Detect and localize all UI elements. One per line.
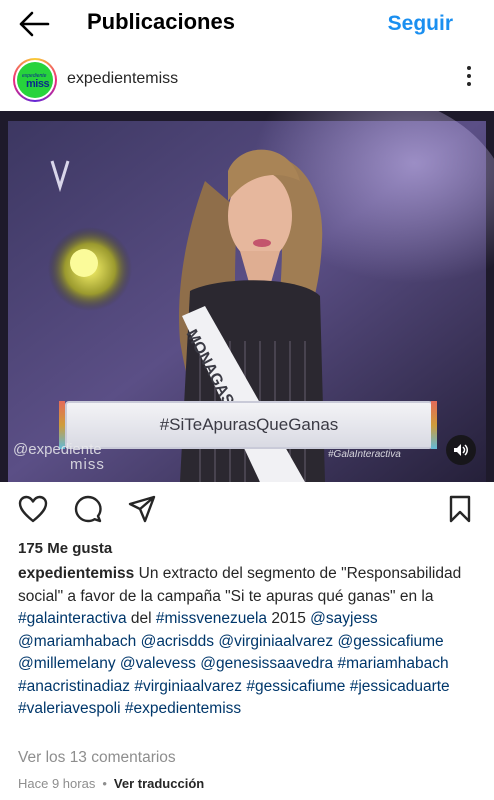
hashtag-link[interactable]: #missvenezuela [156, 610, 267, 627]
hashtag-link[interactable]: #virginiaalvarez [134, 678, 242, 695]
hashtag-link[interactable]: #jessicaduarte [350, 678, 450, 695]
hashtag-link[interactable]: #anacristinadiaz [18, 678, 130, 695]
heart-icon[interactable] [18, 495, 48, 528]
mention-link[interactable]: @millemelany [18, 655, 116, 672]
post-author-row: expediente miss expedientemiss [0, 56, 494, 108]
watermark-right: #GalaInteractiva [328, 449, 401, 460]
mention-link[interactable]: @genesissaavedra [200, 655, 333, 672]
post-username[interactable]: expedientemiss [67, 70, 178, 88]
hashtag-link[interactable]: #expedientemiss [125, 700, 241, 717]
post-actions [0, 490, 494, 530]
watermark-left: @expediente miss [13, 441, 105, 473]
caption-text-segment: 2015 [267, 610, 311, 627]
top-bar: Publicaciones Seguir [0, 0, 494, 50]
arrow-left-icon[interactable] [18, 10, 50, 38]
post-timestamp: Hace 9 horas [18, 776, 96, 791]
avatar-logo-text: miss [26, 78, 50, 90]
caption-username[interactable]: expedientemiss [18, 565, 134, 582]
send-icon[interactable] [128, 495, 156, 528]
speaker-icon[interactable] [446, 435, 476, 465]
caption-text: Un extracto del segmento de "Responsabil… [18, 565, 461, 717]
hashtag-link[interactable]: #mariamhabach [338, 655, 449, 672]
separator: • [102, 776, 107, 791]
avatar[interactable]: expediente miss [13, 58, 57, 102]
view-comments-link[interactable]: Ver los 13 comentarios [18, 749, 176, 767]
translate-link[interactable]: Ver traducción [114, 776, 204, 791]
mention-link[interactable]: @sayjess [310, 610, 377, 627]
hashtag-banner: #SiTeApurasQueGanas [65, 401, 433, 449]
hashtag-link[interactable]: #galainteractiva [18, 610, 127, 627]
more-vertical-icon[interactable] [466, 66, 472, 92]
bookmark-icon[interactable] [448, 495, 472, 528]
mention-link[interactable]: @mariamhabach [18, 633, 136, 650]
avatar-image: expediente miss [17, 62, 53, 98]
mention-link[interactable]: @acrisdds [141, 633, 214, 650]
hashtag-link[interactable]: #valeriavespoli [18, 700, 121, 717]
comment-icon[interactable] [74, 495, 102, 528]
follow-button[interactable]: Seguir [388, 12, 453, 36]
likes-count[interactable]: 175 Me gusta [18, 540, 112, 557]
caption-text-segment: del [126, 610, 156, 627]
post-caption: expedientemiss Un extracto del segmento … [18, 563, 478, 721]
hashtag-link[interactable]: #gessicafiume [246, 678, 345, 695]
mention-link[interactable]: @valevess [120, 655, 196, 672]
mention-link[interactable]: @virginiaalvarez [218, 633, 333, 650]
post-meta: Hace 9 horas • Ver traducción [18, 776, 204, 791]
post-video[interactable]: MONAGAS #SiTeApurasQueGanas @expediente … [0, 111, 494, 482]
mention-link[interactable]: @gessicafiume [337, 633, 443, 650]
page-title: Publicaciones [87, 9, 235, 34]
